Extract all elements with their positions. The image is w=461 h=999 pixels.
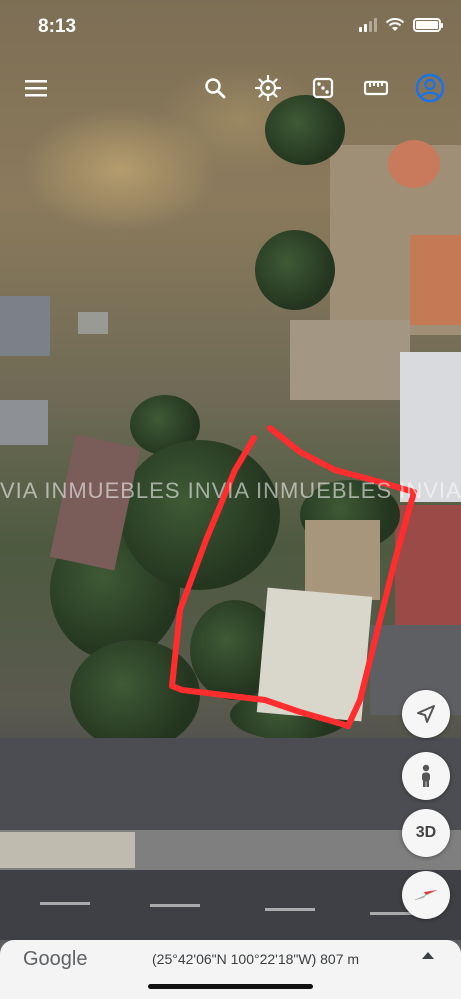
account-button[interactable] (412, 70, 448, 106)
top-toolbar (0, 70, 461, 110)
voyager-wheel-icon (255, 75, 281, 101)
compass-needle-icon (414, 889, 438, 901)
compass-button[interactable] (402, 871, 450, 919)
status-bar: 8:13 (0, 0, 461, 54)
property-outline-stroke (169, 425, 417, 729)
ruler-icon (364, 80, 388, 96)
menu-button[interactable] (18, 70, 54, 106)
wifi-icon (385, 18, 405, 31)
cellular-signal-icon (359, 18, 377, 32)
feeling-lucky-button[interactable] (305, 70, 341, 106)
location-arrow-icon (417, 705, 435, 723)
pegman-icon (422, 764, 430, 787)
dice-icon (312, 77, 334, 99)
account-icon (415, 73, 445, 103)
3d-toggle-button[interactable]: 3D (402, 809, 450, 857)
bottom-info-bar: Google (25°42'06"N 100°22'18"W) 807 m (0, 940, 461, 999)
my-location-button[interactable] (402, 690, 450, 738)
watermark: VIA INMUEBLES INVIA INMUEBLES INVIA INMU… (0, 478, 461, 503)
home-indicator[interactable] (148, 984, 313, 989)
expand-caret-icon[interactable] (422, 952, 434, 959)
search-button[interactable] (197, 70, 233, 106)
street-view-button[interactable] (402, 752, 450, 800)
voyager-button[interactable] (250, 70, 286, 106)
status-time: 8:13 (38, 16, 77, 37)
menu-icon (25, 80, 47, 97)
coordinates-readout: (25°42'06"N 100°22'18"W) 807 m (152, 951, 360, 967)
google-logo: Google (23, 948, 88, 970)
measure-button[interactable] (358, 70, 394, 106)
search-icon (205, 78, 226, 99)
battery-icon (413, 18, 443, 32)
status-icons (359, 18, 443, 32)
